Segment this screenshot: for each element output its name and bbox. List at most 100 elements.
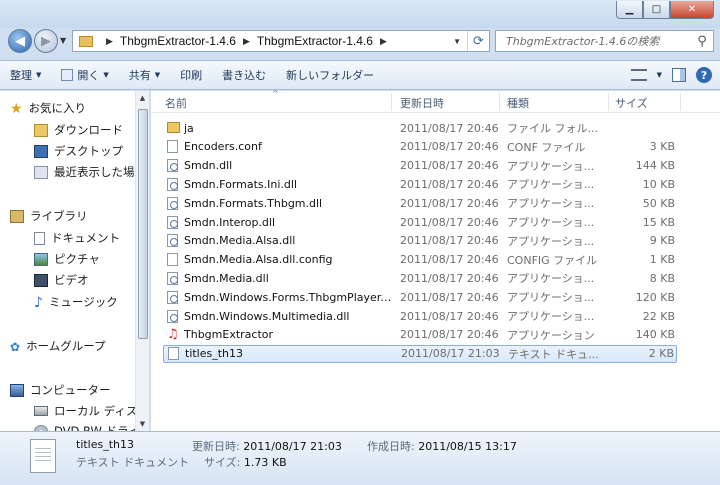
file-size: 8 KB — [649, 271, 675, 285]
videos-icon — [34, 273, 48, 287]
chevron-right-icon[interactable]: ▶ — [243, 36, 250, 47]
nav-computer[interactable]: コンピューター — [10, 381, 111, 399]
nav-documents[interactable]: ドキュメント — [34, 229, 120, 247]
scroll-down-icon[interactable]: ▼ — [136, 417, 149, 431]
column-divider[interactable] — [499, 93, 500, 111]
column-divider[interactable] — [680, 93, 681, 111]
nav-libraries[interactable]: ライブラリ — [10, 207, 88, 225]
column-type-header[interactable]: 種類 — [507, 95, 529, 111]
view-options-icon[interactable] — [630, 69, 647, 81]
refresh-icon[interactable]: ⟳ — [467, 31, 489, 51]
scrollbar-thumb[interactable] — [138, 109, 148, 339]
breadcrumb-item[interactable]: ThbgmExtractor-1.4.6 — [120, 34, 236, 48]
minimize-button[interactable]: ▁ — [616, 1, 643, 19]
file-date: 2011/08/17 21:03 — [401, 347, 500, 361]
created-label: 作成日時: — [367, 440, 415, 453]
nav-downloads[interactable]: ダウンロード — [34, 121, 123, 139]
file-row[interactable]: Smdn.Windows.Multimedia.dll 2011/08/17 20… — [163, 307, 677, 325]
file-size: 140 KB — [635, 328, 675, 342]
forward-arrow-icon: ▶ — [41, 33, 51, 49]
nav-pane-scrollbar[interactable]: ▲ ▼ — [135, 91, 149, 431]
forward-button[interactable]: ▶ — [34, 29, 58, 53]
file-type: アプリケーショ... — [507, 159, 595, 173]
chevron-right-icon[interactable]: ▶ — [106, 36, 113, 47]
share-button[interactable]: 共有 ▼ — [119, 61, 170, 89]
file-row[interactable]: Encoders.conf 2011/08/17 20:46 CONF ファイル 3 … — [163, 138, 677, 156]
file-name: titles_th13 — [185, 347, 244, 361]
nav-homegroup[interactable]: ✿ ホームグループ — [10, 337, 106, 355]
file-size: 1 KB — [649, 253, 675, 267]
file-row[interactable]: Smdn.Media.dll 2011/08/17 20:46 アプリケーショ...… — [163, 269, 677, 287]
column-divider[interactable] — [608, 93, 609, 111]
pictures-icon — [34, 252, 48, 266]
dll-file-icon — [167, 271, 178, 285]
nav-pictures[interactable]: ピクチャ — [34, 250, 100, 268]
file-row[interactable]: Smdn.Windows.Forms.ThbgmPlayer.... 2011/0… — [163, 288, 677, 306]
help-icon[interactable]: ? — [696, 67, 712, 83]
file-row[interactable]: Smdn.Media.Alsa.dll 2011/08/17 20:46 アプリケー… — [163, 232, 677, 250]
column-divider[interactable] — [391, 93, 392, 111]
new-folder-button[interactable]: 新しいフォルダー — [276, 61, 384, 89]
column-date-header[interactable]: 更新日時 — [400, 95, 444, 111]
file-type: CONF ファイル — [507, 140, 586, 154]
file-row[interactable]: ♫ ThbgmExtractor 2011/08/17 20:46 アプリケーション 1… — [163, 326, 677, 344]
local-disk-icon — [34, 406, 48, 416]
file-type: アプリケーショ... — [507, 197, 595, 211]
file-row[interactable]: titles_th13 2011/08/17 21:03 テキスト ドキュ... 2 … — [163, 344, 677, 363]
recent-places-icon — [34, 165, 48, 179]
file-date: 2011/08/17 20:46 — [400, 215, 499, 229]
back-button[interactable]: ◀ — [8, 29, 32, 53]
nav-label: ホームグループ — [26, 339, 106, 353]
file-row[interactable]: Smdn.Formats.Ini.dll 2011/08/17 20:46 アプリケ… — [163, 175, 677, 193]
nav-desktop[interactable]: デスクトップ — [34, 142, 123, 160]
file-list: ^ 名前 更新日時 種類 サイズ ja 2011/08/17 20:46 ファイル … — [151, 89, 720, 431]
scroll-up-icon[interactable]: ▲ — [136, 91, 149, 105]
nav-local-disk[interactable]: ローカル ディスク — [34, 402, 149, 420]
organize-button[interactable]: 整理 ▼ — [0, 61, 51, 89]
column-name-header[interactable]: 名前 — [165, 95, 187, 111]
file-row[interactable]: Smdn.Formats.Thbgm.dll 2011/08/17 20:46 アプ… — [163, 194, 677, 212]
preview-pane-icon[interactable] — [672, 68, 686, 82]
file-type: ファイル フォル... — [507, 122, 598, 135]
nav-recent[interactable]: 最近表示した場所 — [34, 163, 146, 181]
burn-button[interactable]: 書き込む — [212, 61, 276, 89]
column-headers: ^ 名前 更新日時 種類 サイズ — [151, 89, 720, 113]
navigation-pane: ★ お気に入り ダウンロード デスクトップ 最近表示した場所 ライブラリ ドキュ… — [0, 91, 150, 431]
burn-label: 書き込む — [222, 69, 267, 82]
nav-favorites[interactable]: ★ お気に入り — [10, 99, 86, 117]
search-input[interactable]: ThbgmExtractor-1.4.6の検索 ⚲ — [495, 30, 714, 52]
recent-pages-dropdown[interactable]: ▼ — [60, 36, 66, 45]
file-type: アプリケーショ... — [507, 291, 595, 305]
file-row[interactable]: Smdn.Media.Alsa.dll.config 2011/08/17 20:… — [163, 251, 677, 269]
size-label: サイズ: — [204, 456, 241, 469]
nav-videos[interactable]: ビデオ — [34, 271, 89, 289]
chevron-down-icon: ▼ — [36, 71, 42, 79]
file-type: アプリケーショ... — [507, 234, 595, 248]
file-size: 15 KB — [642, 215, 675, 229]
file-date: 2011/08/17 20:46 — [400, 177, 499, 191]
maximize-button[interactable]: □ — [643, 1, 670, 19]
nav-music[interactable]: ♪ ミュージック — [34, 293, 118, 311]
text-document-icon — [30, 439, 56, 473]
nav-dvd-drive[interactable]: DVD RW ドライ — [34, 422, 140, 431]
nav-label: デスクトップ — [54, 144, 123, 158]
chevron-right-icon[interactable]: ▶ — [380, 36, 387, 47]
open-button[interactable]: 開く ▼ — [51, 61, 118, 89]
print-button[interactable]: 印刷 — [170, 61, 212, 89]
address-bar[interactable]: ▶ ThbgmExtractor-1.4.6 ▶ ThbgmExtractor-… — [72, 30, 490, 52]
nav-label: 最近表示した場所 — [54, 165, 146, 179]
file-row[interactable]: Smdn.dll 2011/08/17 20:46 アプリケーショ... 144 KB — [163, 157, 677, 175]
chevron-down-icon[interactable]: ▼ — [657, 71, 662, 79]
nav-label: ミュージック — [48, 295, 118, 309]
file-date: 2011/08/17 20:46 — [400, 234, 499, 248]
address-history-dropdown[interactable]: ▼ — [447, 37, 467, 46]
file-row[interactable]: Smdn.Interop.dll 2011/08/17 20:46 アプリケーショ.… — [163, 213, 677, 231]
search-icon[interactable]: ⚲ — [691, 34, 713, 49]
column-size-header[interactable]: サイズ — [615, 95, 648, 111]
close-button[interactable]: ✕ — [670, 1, 714, 19]
file-name: Smdn.Media.Alsa.dll.config — [184, 253, 333, 267]
breadcrumb-item[interactable]: ThbgmExtractor-1.4.6 — [257, 34, 373, 48]
nav-label: DVD RW ドライ — [54, 424, 141, 431]
file-row[interactable]: ja 2011/08/17 20:46 ファイル フォル... — [163, 119, 677, 137]
file-type: アプリケーショ... — [507, 216, 595, 229]
